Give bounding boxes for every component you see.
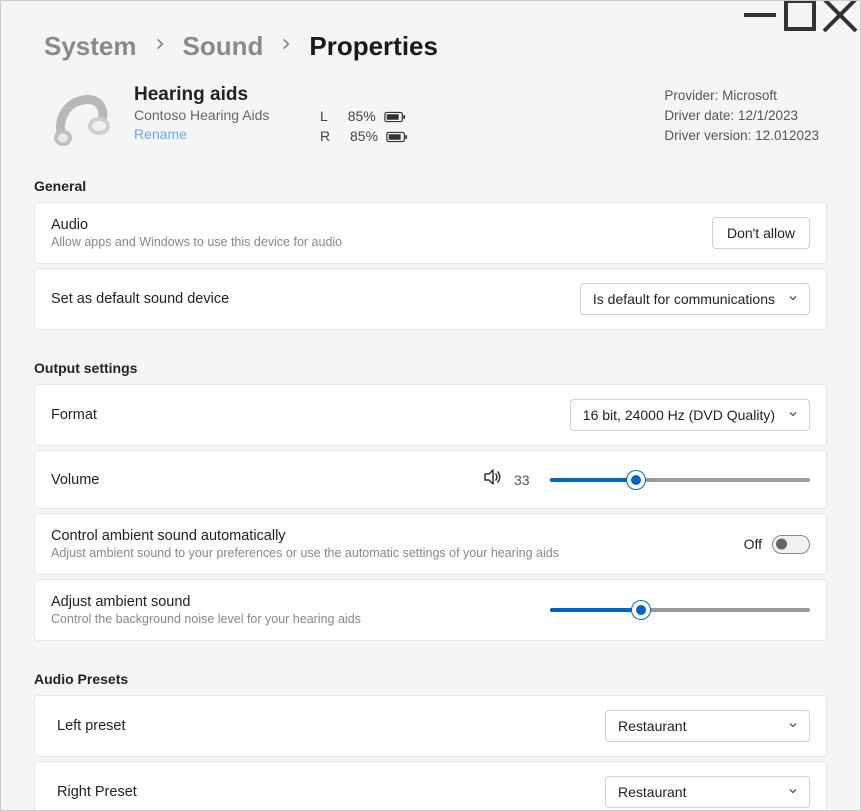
breadcrumb: System Sound Properties <box>34 29 827 76</box>
battery-status: L 85% R 85% <box>302 84 408 146</box>
content-area: System Sound Properties Hearing aids Con… <box>1 29 860 811</box>
minimize-button[interactable] <box>740 1 780 29</box>
dont-allow-button[interactable]: Don't allow <box>712 217 810 249</box>
ambient-auto-card: Control ambient sound automatically Adju… <box>34 513 827 575</box>
battery-left-pct: 85% <box>348 106 376 126</box>
default-device-select[interactable]: Is default for communications <box>580 283 810 315</box>
default-device-card: Set as default sound device Is default f… <box>34 268 827 330</box>
driver-provider: Provider: Microsoft <box>664 86 819 106</box>
chevron-down-icon <box>787 718 799 734</box>
section-presets-header: Audio Presets <box>34 665 827 695</box>
default-device-value: Is default for communications <box>593 291 775 307</box>
device-meta: Hearing aids Contoso Hearing Aids Rename <box>122 84 302 142</box>
volume-value: 33 <box>514 472 538 488</box>
breadcrumb-system[interactable]: System <box>44 31 137 62</box>
battery-right-pct: 85% <box>350 126 378 146</box>
chevron-down-icon <box>787 291 799 307</box>
breadcrumb-sound[interactable]: Sound <box>183 31 264 62</box>
speaker-icon[interactable] <box>482 467 502 492</box>
volume-slider[interactable] <box>550 478 810 482</box>
volume-card: Volume 33 <box>34 450 827 509</box>
driver-version: Driver version: 12.012023 <box>664 126 819 146</box>
battery-right-label: R <box>320 126 330 146</box>
chevron-right-icon <box>279 37 293 56</box>
window-titlebar <box>1 1 860 29</box>
audio-card: Audio Allow apps and Windows to use this… <box>34 202 827 264</box>
battery-left-label: L <box>320 106 328 126</box>
battery-icon <box>386 126 408 146</box>
ambient-auto-state: Off <box>744 536 762 552</box>
default-title: Set as default sound device <box>51 291 229 307</box>
hearing-aid-icon <box>38 84 122 154</box>
close-button[interactable] <box>820 1 860 29</box>
battery-left-row: L 85% <box>320 106 408 126</box>
ambient-auto-title: Control ambient sound automatically <box>51 528 559 544</box>
battery-icon <box>384 106 406 126</box>
ambient-auto-sub: Adjust ambient sound to your preferences… <box>51 546 559 560</box>
device-manufacturer: Contoso Hearing Aids <box>134 107 302 123</box>
battery-right-row: R 85% <box>320 126 408 146</box>
chevron-right-icon <box>153 37 167 56</box>
right-preset-title: Right Preset <box>57 784 137 800</box>
left-preset-title: Left preset <box>57 718 126 734</box>
left-preset-select[interactable]: Restaurant <box>605 710 810 742</box>
driver-info: Provider: Microsoft Driver date: 12/1/20… <box>664 84 827 146</box>
section-output-header: Output settings <box>34 354 827 384</box>
settings-window: System Sound Properties Hearing aids Con… <box>0 0 861 811</box>
rename-link[interactable]: Rename <box>134 126 302 142</box>
format-card: Format 16 bit, 24000 Hz (DVD Quality) <box>34 384 827 446</box>
breadcrumb-properties: Properties <box>309 31 438 62</box>
audio-title: Audio <box>51 217 342 233</box>
ambient-adj-sub: Control the background noise level for y… <box>51 612 361 626</box>
ambient-adj-title: Adjust ambient sound <box>51 594 361 610</box>
device-header: Hearing aids Contoso Hearing Aids Rename… <box>34 76 827 172</box>
volume-title: Volume <box>51 472 99 488</box>
left-preset-value: Restaurant <box>618 718 686 734</box>
right-preset-value: Restaurant <box>618 784 686 800</box>
device-name: Hearing aids <box>134 84 302 106</box>
right-preset-card: Right Preset Restaurant <box>34 761 827 811</box>
ambient-slider[interactable] <box>550 608 810 612</box>
driver-date: Driver date: 12/1/2023 <box>664 106 819 126</box>
audio-subtitle: Allow apps and Windows to use this devic… <box>51 235 342 249</box>
left-preset-card: Left preset Restaurant <box>34 695 827 757</box>
section-general-header: General <box>34 172 827 202</box>
chevron-down-icon <box>787 784 799 800</box>
format-value: 16 bit, 24000 Hz (DVD Quality) <box>583 407 775 423</box>
format-title: Format <box>51 407 97 423</box>
format-select[interactable]: 16 bit, 24000 Hz (DVD Quality) <box>570 399 810 431</box>
chevron-down-icon <box>787 407 799 423</box>
ambient-auto-toggle[interactable] <box>772 535 810 554</box>
ambient-adjust-card: Adjust ambient sound Control the backgro… <box>34 579 827 641</box>
maximize-button[interactable] <box>780 1 820 29</box>
right-preset-select[interactable]: Restaurant <box>605 776 810 808</box>
